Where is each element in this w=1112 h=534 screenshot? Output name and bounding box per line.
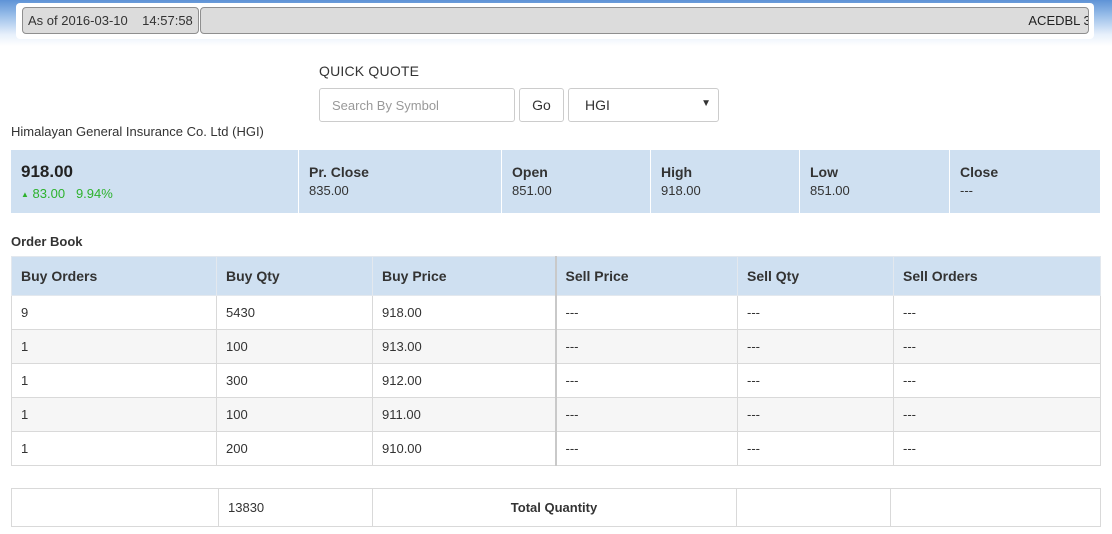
- col-header-buy-price: Buy Price: [372, 256, 557, 296]
- open-label: Open: [512, 164, 548, 180]
- table-row: 1 200 910.00 --- --- ---: [11, 431, 1101, 466]
- low-value: 851.00: [810, 183, 850, 198]
- total-empty-cell: [736, 488, 891, 527]
- table-cell: 1: [11, 397, 217, 432]
- table-cell: 918.00: [372, 295, 557, 330]
- table-row: 9 5430 918.00 --- --- ---: [11, 295, 1101, 330]
- order-book-header-row: Buy Orders Buy Qty Buy Price Sell Price …: [11, 256, 1101, 296]
- symbol-search-input[interactable]: [319, 88, 515, 122]
- table-cell: 100: [216, 329, 373, 364]
- low-label: Low: [810, 164, 838, 180]
- open-cell: Open 851.00: [502, 150, 651, 213]
- prev-close-label: Pr. Close: [309, 164, 369, 180]
- top-banner: As of 2016-03-10 14:57:58 ACEDBL 37: [0, 0, 1112, 46]
- table-cell: ---: [893, 431, 1101, 466]
- prev-close-value: 835.00: [309, 183, 349, 198]
- table-cell: ---: [893, 329, 1101, 364]
- table-cell: 100: [216, 397, 373, 432]
- table-cell: 200: [216, 431, 373, 466]
- table-cell: 911.00: [372, 397, 557, 432]
- table-cell: ---: [893, 397, 1101, 432]
- total-quantity-label: Total Quantity: [372, 488, 737, 527]
- high-cell: High 918.00: [651, 150, 800, 213]
- table-cell: 913.00: [372, 329, 557, 364]
- col-header-sell-orders: Sell Orders: [893, 256, 1101, 296]
- table-cell: 912.00: [372, 363, 557, 398]
- close-value: ---: [960, 183, 973, 198]
- table-row: 1 300 912.00 --- --- ---: [11, 363, 1101, 398]
- table-cell: 1: [11, 363, 217, 398]
- table-cell: ---: [555, 397, 738, 432]
- col-header-sell-price: Sell Price: [555, 256, 738, 296]
- change-percent: 9.94%: [75, 186, 113, 201]
- table-cell: ---: [555, 295, 738, 330]
- open-value: 851.00: [512, 183, 552, 198]
- go-button[interactable]: Go: [519, 88, 564, 122]
- symbol-select[interactable]: HGI ▼: [568, 88, 719, 122]
- quick-quote-title: QUICK QUOTE: [319, 63, 420, 79]
- table-cell: 910.00: [372, 431, 557, 466]
- order-book-title: Order Book: [11, 234, 83, 249]
- total-quantity-table: 13830 Total Quantity: [11, 488, 1101, 527]
- table-row: 1 100 913.00 --- --- ---: [11, 329, 1101, 364]
- table-cell: ---: [737, 363, 894, 398]
- company-name: Himalayan General Insurance Co. Ltd (HGI…: [11, 124, 264, 139]
- table-cell: ---: [555, 363, 738, 398]
- table-cell: ---: [737, 295, 894, 330]
- up-arrow-icon: ▲: [21, 190, 29, 200]
- col-header-buy-orders: Buy Orders: [11, 256, 217, 296]
- total-empty-cell: [890, 488, 1101, 527]
- table-cell: ---: [893, 295, 1101, 330]
- total-empty-cell: [11, 488, 219, 527]
- total-row: 13830 Total Quantity: [11, 488, 1101, 527]
- high-value: 918.00: [661, 183, 701, 198]
- col-header-buy-qty: Buy Qty: [216, 256, 373, 296]
- prev-close-cell: Pr. Close 835.00: [299, 150, 502, 213]
- change-value: 83.00: [32, 186, 66, 201]
- table-cell: 300: [216, 363, 373, 398]
- table-cell: ---: [737, 431, 894, 466]
- price-change: ▲ 83.00 9.94%: [21, 186, 298, 201]
- price-summary: 918.00 ▲ 83.00 9.94% Pr. Close 835.00 Op…: [11, 150, 1100, 213]
- table-cell: ---: [555, 329, 738, 364]
- table-cell: ---: [737, 397, 894, 432]
- total-buy-qty: 13830: [218, 488, 373, 527]
- high-label: High: [661, 164, 693, 180]
- order-book-table: Buy Orders Buy Qty Buy Price Sell Price …: [11, 256, 1101, 466]
- table-row: 1 100 911.00 --- --- ---: [11, 397, 1101, 432]
- table-cell: ---: [893, 363, 1101, 398]
- last-traded-price-cell: 918.00 ▲ 83.00 9.94%: [11, 150, 299, 213]
- table-cell: 1: [11, 329, 217, 364]
- ticker-text: ACEDBL 37: [1028, 13, 1088, 28]
- table-cell: ---: [737, 329, 894, 364]
- table-cell: 5430: [216, 295, 373, 330]
- close-cell: Close ---: [950, 150, 1100, 213]
- stock-ticker-marquee[interactable]: ACEDBL 37: [200, 7, 1089, 34]
- close-label: Close: [960, 164, 999, 180]
- low-cell: Low 851.00: [800, 150, 950, 213]
- table-cell: 1: [11, 431, 217, 466]
- table-cell: 9: [11, 295, 217, 330]
- table-cell: ---: [555, 431, 738, 466]
- dropdown-arrow-icon: ▼: [701, 98, 711, 109]
- last-traded-price: 918.00: [21, 162, 73, 181]
- ticker-container: As of 2016-03-10 14:57:58 ACEDBL 37: [16, 3, 1094, 39]
- col-header-sell-qty: Sell Qty: [737, 256, 894, 296]
- as-of-timestamp: As of 2016-03-10 14:57:58: [22, 7, 199, 34]
- symbol-select-value: HGI: [585, 97, 610, 113]
